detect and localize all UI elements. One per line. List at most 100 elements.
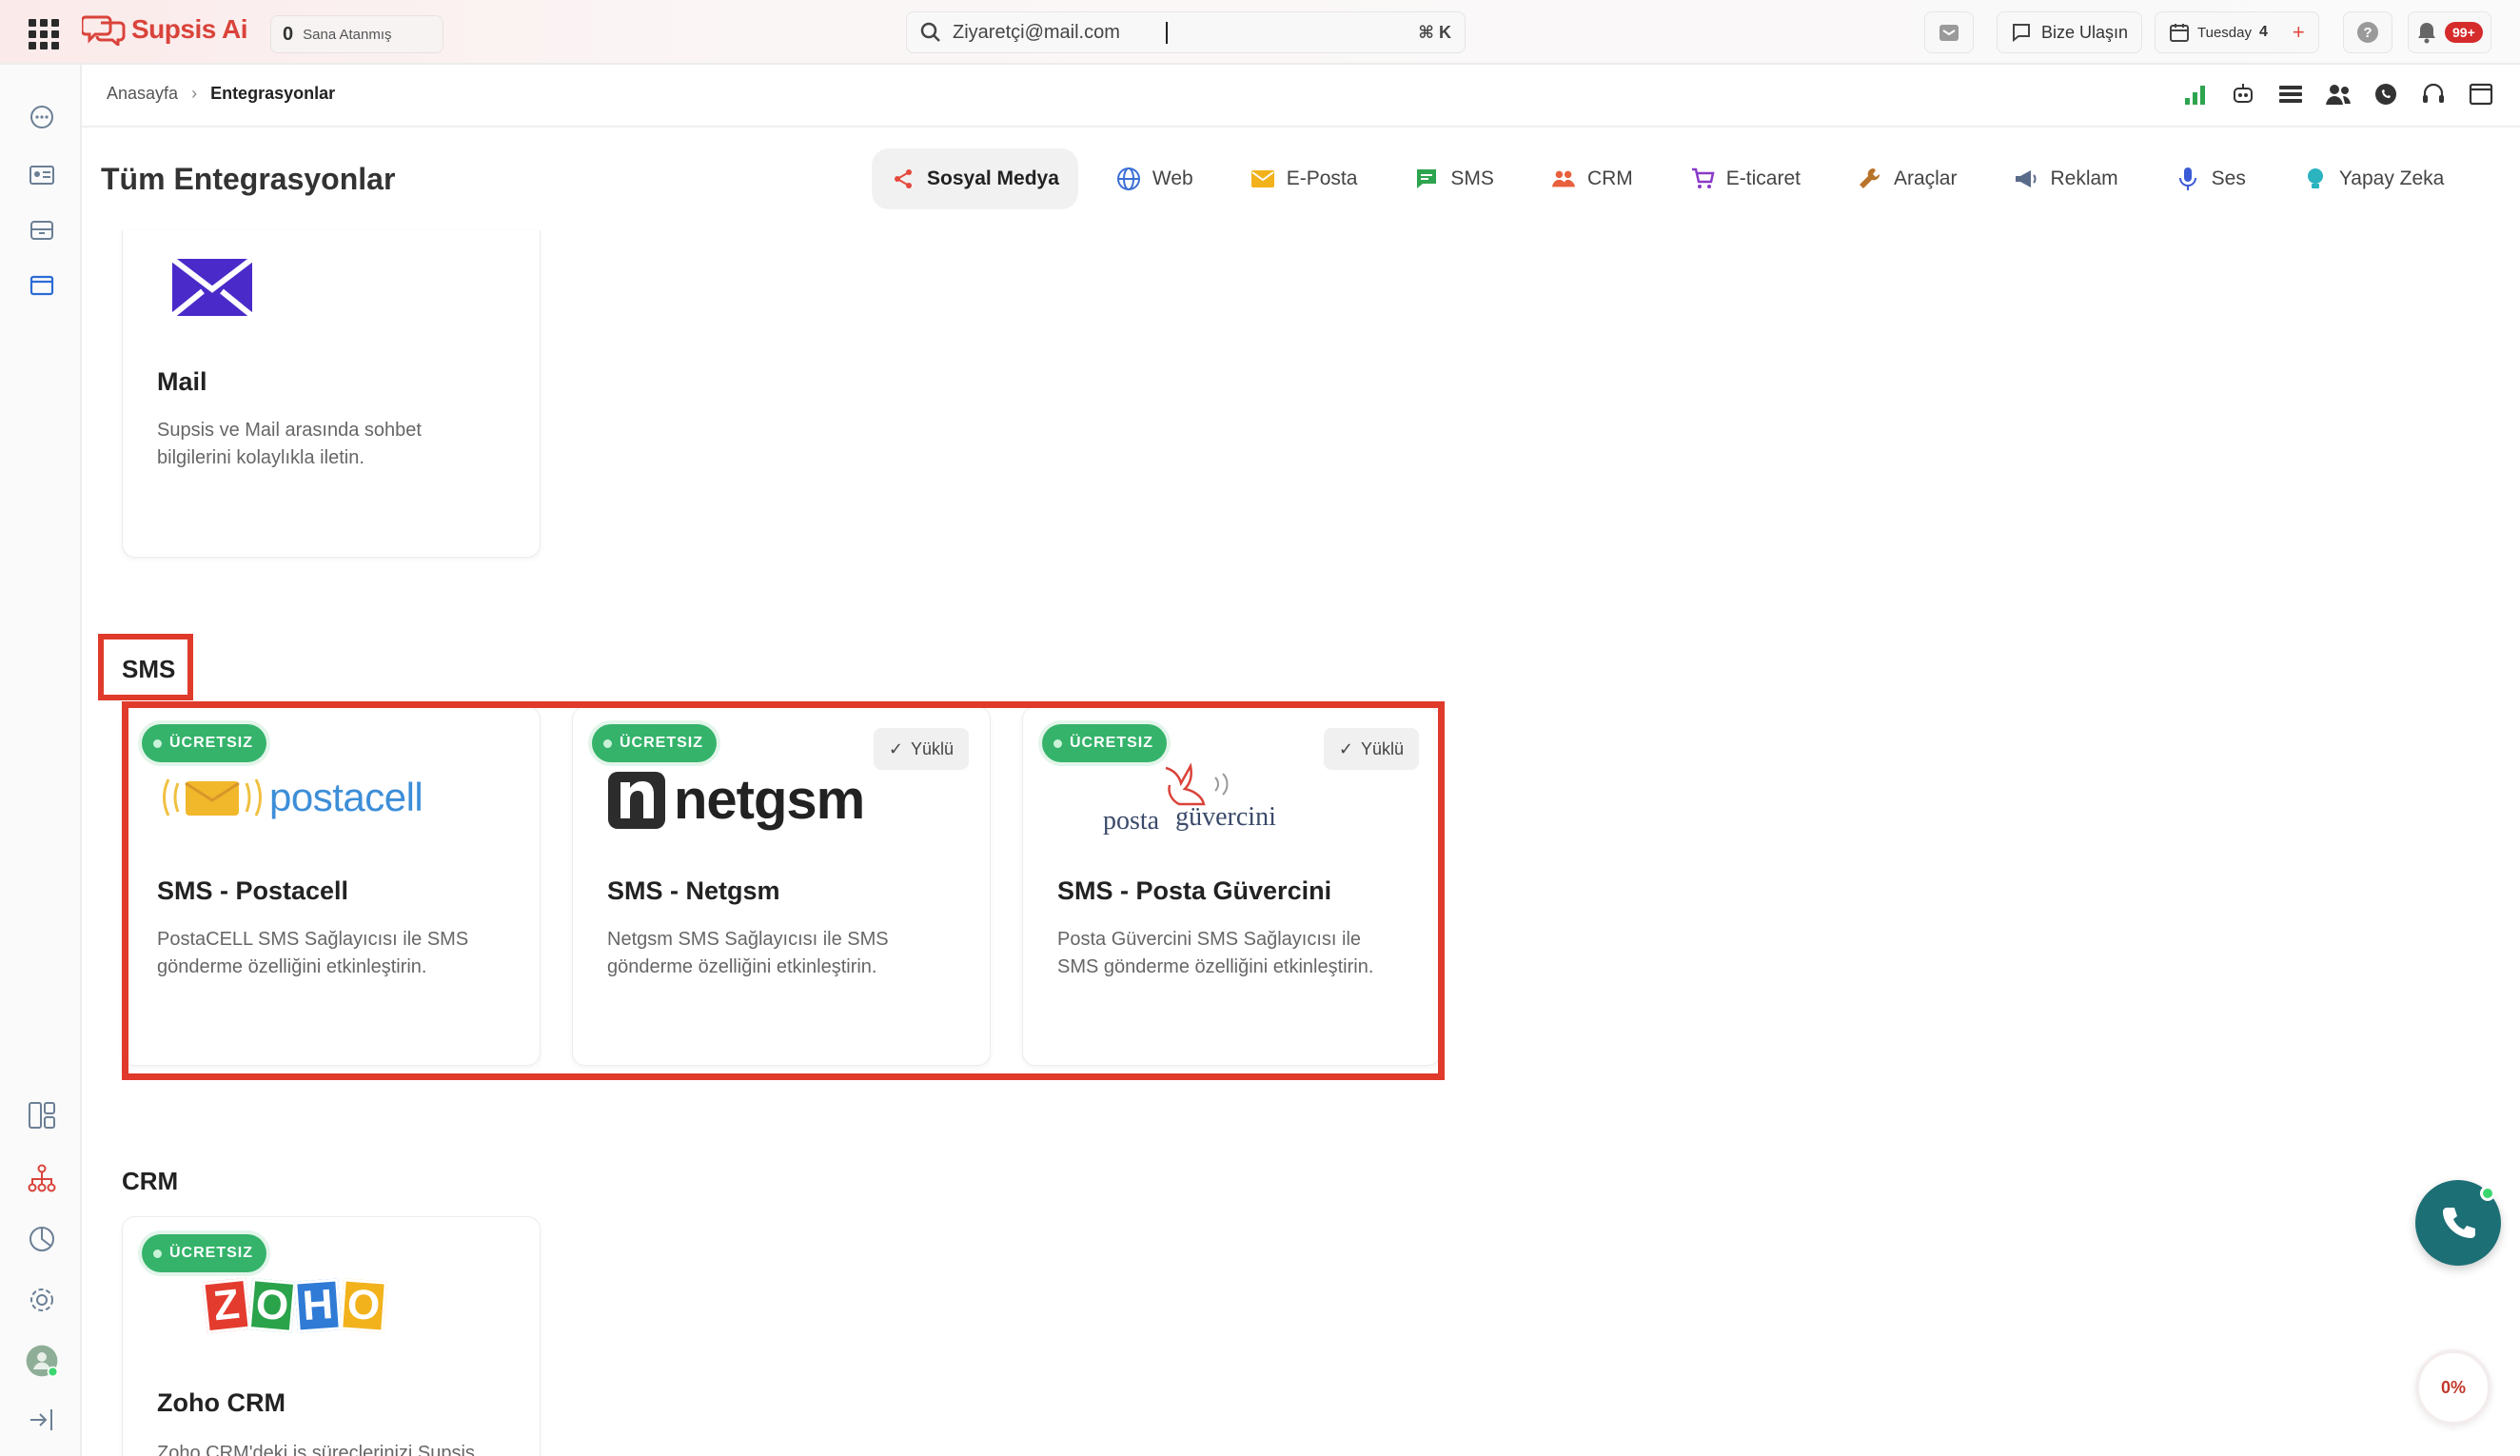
tab-e-posta[interactable]: E-Posta [1231,148,1377,209]
signal-bars-icon[interactable] [2181,80,2210,108]
card-description: Supsis ve Mail arasında sohbet bilgileri… [157,420,422,468]
phone-icon [2443,1208,2475,1238]
integration-card-zoho[interactable]: ÜCRETSIZ Z O H O Zoho CRM Zoho CRM'deki … [122,1216,541,1456]
search-value[interactable]: Ziyaretçi@mail.com [953,21,1168,44]
left-sidebar [0,65,82,1456]
assigned-label: Sana Atanmış [303,26,392,43]
zoho-logo: Z O H O [202,1277,387,1334]
sidebar-profile[interactable] [25,1344,59,1378]
sidebar-archive[interactable] [25,213,59,247]
card-title: Zoho CRM [157,1388,285,1417]
app-logo[interactable]: Supsis Ai [82,13,248,46]
svg-text:?: ? [2363,25,2372,41]
tab-label: Reklam [2050,167,2118,189]
robot-icon[interactable] [2229,80,2257,108]
calendar-icon [2170,24,2189,42]
tab-label: Sosyal Medya [927,167,1059,189]
progress-indicator[interactable]: 0% [2415,1349,2491,1426]
divider [82,126,2520,128]
sidebar-settings[interactable] [25,1283,59,1317]
tab-label: SMS [1450,167,1494,189]
assigned-to-me[interactable]: 0 Sana Atanmış [270,15,443,53]
help-button[interactable]: ? [2343,11,2392,53]
zoho-letter: O [247,1278,297,1333]
breadcrumb-home[interactable]: Anasayfa [107,84,178,104]
dashboard-icon [29,1102,55,1129]
notifications-button[interactable]: 99+ [2408,11,2491,53]
help-icon: ? [2357,22,2378,43]
zoho-letter: H [294,1278,342,1333]
maximize-window-icon[interactable] [2467,80,2495,108]
tab-web[interactable]: Web [1097,148,1212,209]
tab-reklam[interactable]: Reklam [1995,148,2136,209]
inbox-button[interactable] [1924,11,1974,53]
tab-yapay-zeka[interactable]: Yapay Zeka [2284,148,2464,209]
call-button[interactable] [2415,1180,2501,1266]
integration-card-mail[interactable]: Mail Supsis ve Mail arasında sohbet bilg… [122,230,541,558]
highlight-box-sms-title [98,634,193,700]
date-number: 4 [2258,24,2268,40]
sidebar-window[interactable] [25,268,59,303]
highlight-box-sms-cards [122,701,1445,1080]
sidebar-dashboard[interactable] [25,1098,59,1132]
tab-araclar[interactable]: Araçlar [1839,148,1977,209]
tab-crm[interactable]: CRM [1532,148,1652,209]
card-title: Mail [157,367,207,396]
megaphone-icon [2014,167,2038,191]
sidebar-logout[interactable] [25,1403,59,1437]
wrench-icon [1858,167,1882,191]
chat-icon [1414,167,1439,191]
app-name: Supsis Ai [131,14,248,44]
breadcrumb: Anasayfa › Entegrasyonlar [107,84,335,104]
card-description: Zoho CRM'deki iş süreçlerinizi Supsis [157,1443,475,1456]
bell-icon [2418,23,2435,44]
logo-chat-icon [82,15,126,46]
tab-label: CRM [1586,167,1633,189]
tab-label: Web [1152,167,1193,189]
app-root: Supsis Ai 0 Sana Atanmış Ziyaretçi@mail.… [0,0,2520,1456]
tab-label: E-ticaret [1725,167,1801,189]
toolbar-icons [2181,80,2495,108]
list-icon[interactable] [2276,80,2305,108]
zoho-letter: O [340,1278,387,1333]
sidebar-chats[interactable] [25,101,59,135]
search-input[interactable]: Ziyaretçi@mail.com ⌘ K [906,11,1466,53]
sidebar-reports[interactable] [25,1222,59,1256]
contact-card-icon [30,166,54,185]
avatar-icon [26,1345,59,1378]
cart-icon [1690,167,1715,191]
tab-label: Araçlar [1893,167,1958,189]
inbox-icon [1939,25,1959,41]
tab-sms[interactable]: SMS [1395,148,1513,209]
notification-count: 99+ [2445,22,2483,43]
team-icon[interactable] [2324,80,2353,108]
assigned-count: 0 [283,23,294,45]
contact-us-button[interactable]: Bize Ulaşın [1997,11,2143,53]
message-icon [2013,24,2030,43]
breadcrumb-current: Entegrasyonlar [210,84,336,103]
tab-sosyal-medya[interactable]: Sosyal Medya [872,148,1078,209]
chat-bubble-icon [30,106,53,128]
sidebar-integrations[interactable] [25,1161,59,1195]
archive-icon [30,221,53,240]
headset-icon[interactable] [2419,80,2448,108]
search-icon [920,22,940,42]
top-bar: Supsis Ai 0 Sana Atanmış Ziyaretçi@mail.… [0,0,2520,65]
mail-logo-icon [170,257,254,318]
gear-icon [30,1289,53,1311]
whatsapp-icon[interactable] [2372,80,2400,108]
chevron-right-icon: › [191,84,198,103]
bulb-icon [2303,167,2328,191]
free-badge: ÜCRETSIZ [142,1234,266,1272]
users-icon [1551,167,1576,191]
add-icon[interactable]: + [2293,20,2305,45]
contact-us-label: Bize Ulaşın [2041,22,2129,42]
apps-grid-icon[interactable] [29,19,59,49]
pie-chart-icon [30,1227,54,1251]
tab-e-ticaret[interactable]: E-ticaret [1671,148,1820,209]
date-picker[interactable]: Tuesday 4 + [2155,11,2319,53]
tab-ses[interactable]: Ses [2156,148,2265,209]
tab-label: Yapay Zeka [2338,167,2445,189]
sidebar-contacts[interactable] [25,158,59,192]
category-tabs: Sosyal Medya Web E-Posta SMS CRM E-ticar… [872,148,2482,209]
